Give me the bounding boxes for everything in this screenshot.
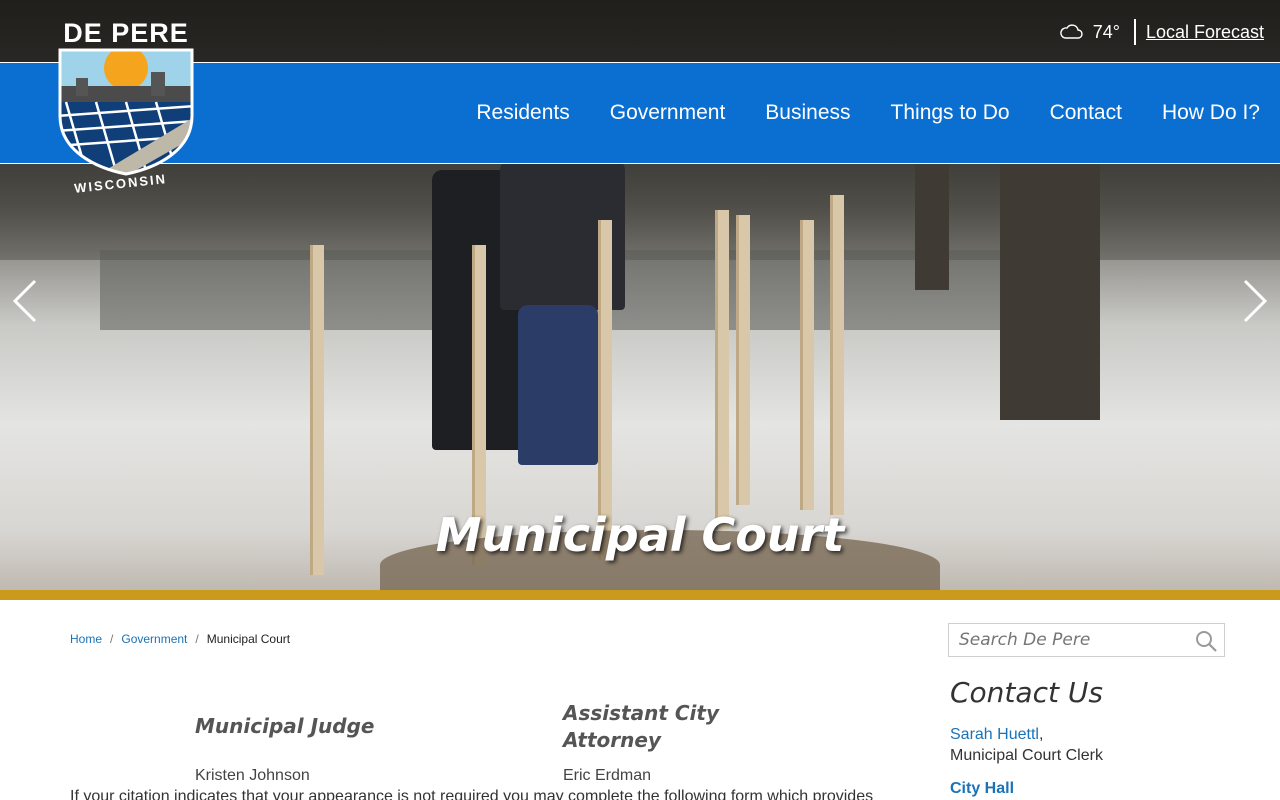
hero-stake xyxy=(830,195,844,515)
local-forecast-link[interactable]: Local Forecast xyxy=(1136,22,1264,43)
attorney-card-title: Assistant City Attorney xyxy=(563,700,719,754)
utility-bar: 74° Local Forecast xyxy=(1059,18,1264,46)
attorney-card-title-line1: Assistant City xyxy=(563,701,719,725)
city-crest-icon xyxy=(58,48,194,176)
nav-item-contact[interactable]: Contact xyxy=(1030,101,1142,125)
cloud-icon xyxy=(1059,24,1083,39)
search-input[interactable] xyxy=(949,630,1189,650)
contact-person-link[interactable]: Sarah Huettl xyxy=(950,726,1039,743)
contact-us-heading: Contact Us xyxy=(950,676,1103,709)
nav-item-how-do-i[interactable]: How Do I? xyxy=(1142,101,1280,125)
carousel-prev-button[interactable] xyxy=(4,276,44,326)
breadcrumb-separator: / xyxy=(110,632,114,646)
hero-tree-trunk xyxy=(1000,120,1100,420)
page-title: Municipal Court xyxy=(435,508,845,562)
nav-item-business[interactable]: Business xyxy=(745,101,870,125)
logo-wordmark: DE PERE xyxy=(63,18,189,48)
hero-stake xyxy=(736,215,750,505)
judge-card-title: Municipal Judge xyxy=(195,714,375,738)
hero-accent-band xyxy=(0,590,1280,600)
contact-role: Municipal Court Clerk xyxy=(950,747,1103,764)
contact-location-link[interactable]: City Hall xyxy=(950,780,1014,798)
hero-tree-trunk xyxy=(915,150,949,290)
citation-intro-text: If your citation indicates that your app… xyxy=(70,788,874,800)
hero-stake xyxy=(800,220,814,510)
nav-item-government[interactable]: Government xyxy=(590,101,746,125)
weather-temperature: 74° xyxy=(1092,21,1120,42)
nav-item-residents[interactable]: Residents xyxy=(456,101,589,125)
main-nav-list: Residents Government Business Things to … xyxy=(456,63,1280,163)
breadcrumb: Home / Government / Municipal Court xyxy=(70,632,290,646)
carousel-next-button[interactable] xyxy=(1236,276,1276,326)
weather-widget: 74° xyxy=(1059,19,1136,45)
site-search xyxy=(948,623,1225,657)
hero-stake xyxy=(715,210,729,530)
attorney-card-title-line2: Attorney xyxy=(563,728,661,752)
breadcrumb-current: Municipal Court xyxy=(206,632,291,646)
contact-person: Sarah Huettl, xyxy=(950,726,1044,743)
attorney-card-name: Eric Erdman xyxy=(563,767,652,784)
breadcrumb-home[interactable]: Home xyxy=(70,632,102,646)
chevron-right-icon xyxy=(1243,279,1268,323)
chevron-left-icon xyxy=(12,279,37,323)
hero-person-legs xyxy=(518,305,598,465)
breadcrumb-government[interactable]: Government xyxy=(121,632,187,646)
search-icon[interactable] xyxy=(1194,629,1218,653)
judge-card-name: Kristen Johnson xyxy=(195,767,310,784)
site-logo[interactable]: DE PERE WISCONSIN xyxy=(56,18,196,202)
nav-item-things-to-do[interactable]: Things to Do xyxy=(871,101,1030,125)
breadcrumb-separator: / xyxy=(195,632,199,646)
